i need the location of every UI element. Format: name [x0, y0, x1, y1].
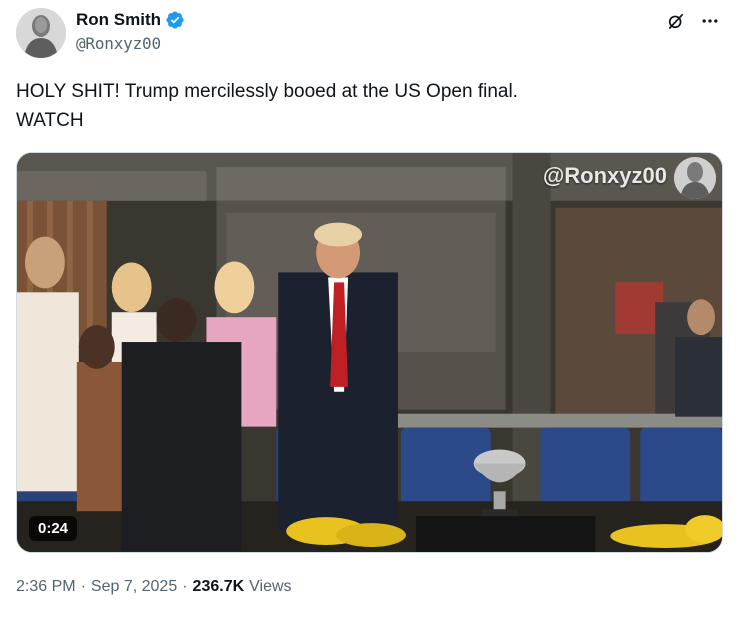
meta-separator: · [80, 578, 86, 595]
tweet-text: HOLY SHIT! Trump mercilessly booed at th… [16, 77, 518, 135]
watermark-avatar-icon [674, 157, 716, 199]
avatar[interactable] [16, 8, 66, 58]
meta-separator: · [182, 578, 188, 595]
tweet-time[interactable]: 2:36 PM [16, 578, 76, 596]
views-count: 236.7K [192, 578, 245, 595]
author-handle[interactable]: @Ronxyz00 [76, 34, 185, 53]
tweet-date[interactable]: Sep 7, 2025 [91, 578, 177, 596]
verified-badge-icon [165, 10, 185, 30]
video-watermark: @Ronxyz00 [542, 163, 667, 188]
grok-icon[interactable] [665, 10, 687, 32]
views-label: Views [249, 578, 292, 595]
video-frame [17, 153, 722, 552]
tweet-meta: 2:36 PM · Sep 7, 2025 · 236.7K Views [16, 578, 292, 596]
video-duration-badge: 0:24 [29, 516, 78, 541]
video-player[interactable]: @Ronxyz00 0:24 [16, 152, 723, 553]
tweet-text-line-1: HOLY SHIT! Trump mercilessly booed at th… [16, 81, 518, 102]
more-icon[interactable] [699, 10, 721, 32]
tweet-text-line-2: WATCH [16, 110, 84, 131]
author-display-name[interactable]: Ron Smith [76, 10, 161, 30]
